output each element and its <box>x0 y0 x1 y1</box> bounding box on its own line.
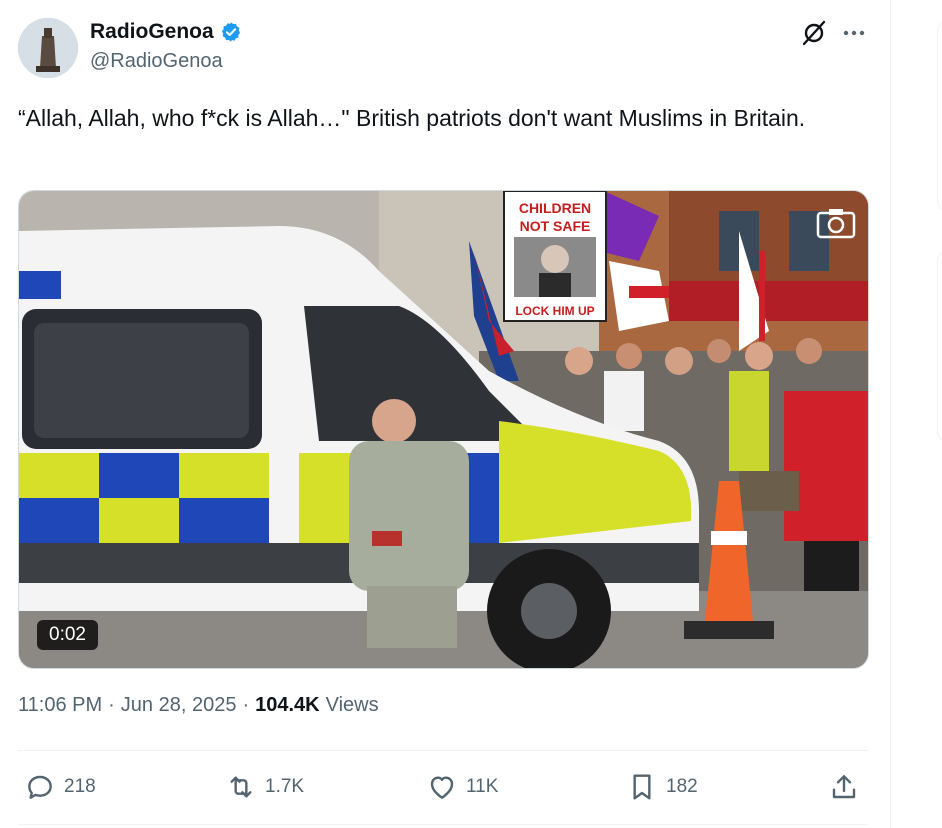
video-duration: 0:02 <box>37 620 98 650</box>
views-label: Views <box>325 694 379 716</box>
author-handle[interactable]: @RadioGenoa <box>90 50 223 73</box>
like-icon <box>430 776 454 799</box>
grok-icon[interactable] <box>800 19 828 47</box>
tweet-time[interactable]: 11:06 PM <box>18 694 102 717</box>
like-count: 11K <box>466 776 499 797</box>
tweet: RadioGenoa @RadioGenoa “Allah, Allah, wh… <box>0 0 890 828</box>
tweet-meta: 11:06 PM · Jun 28, 2025 · 104.4K Views <box>18 694 379 717</box>
tweet-text: “Allah, Allah, who f*ck is Allah…" Briti… <box>18 105 806 131</box>
reply-button[interactable]: 218 <box>24 766 96 808</box>
sign-text-bottom: LOCK HIM UP <box>515 304 594 318</box>
meta-separator-2: · <box>242 694 250 716</box>
tweet-date[interactable]: Jun 28, 2025 <box>121 694 237 717</box>
bookmark-count: 182 <box>666 776 698 797</box>
sign-text-top-line2: NOT SAFE <box>520 218 591 234</box>
action-bar: 218 1.7K 11K 182 <box>18 766 868 808</box>
repost-icon <box>230 776 252 798</box>
reply-icon <box>28 775 52 799</box>
verified-badge-icon <box>220 21 242 43</box>
meta-separator: · <box>108 694 115 716</box>
divider-bottom <box>18 824 868 825</box>
share-icon <box>832 775 856 799</box>
more-icon[interactable] <box>840 19 868 47</box>
views-count: 104.4K <box>255 694 320 716</box>
avatar[interactable] <box>18 18 78 78</box>
bookmark-icon <box>633 774 651 800</box>
video-thumbnail: CHILDREN NOT SAFE LOCK HIM UP <box>19 191 868 668</box>
sidebar-card <box>937 20 942 212</box>
divider <box>18 750 868 751</box>
sidebar-card-2 <box>937 250 942 442</box>
share-button[interactable] <box>828 766 860 808</box>
sign-text-top-line1: CHILDREN <box>519 200 591 216</box>
repost-count: 1.7K <box>265 776 305 797</box>
camera-icon[interactable] <box>814 207 858 241</box>
display-name[interactable]: RadioGenoa <box>90 20 214 44</box>
reply-count: 218 <box>64 776 96 797</box>
repost-button[interactable]: 1.7K <box>225 766 304 808</box>
video-player[interactable]: CHILDREN NOT SAFE LOCK HIM UP 0:02 <box>18 190 869 669</box>
bookmark-button[interactable]: 182 <box>626 766 698 808</box>
like-button[interactable]: 11K <box>426 766 498 808</box>
column-divider <box>890 0 891 828</box>
author-name-row[interactable]: RadioGenoa <box>90 20 242 44</box>
